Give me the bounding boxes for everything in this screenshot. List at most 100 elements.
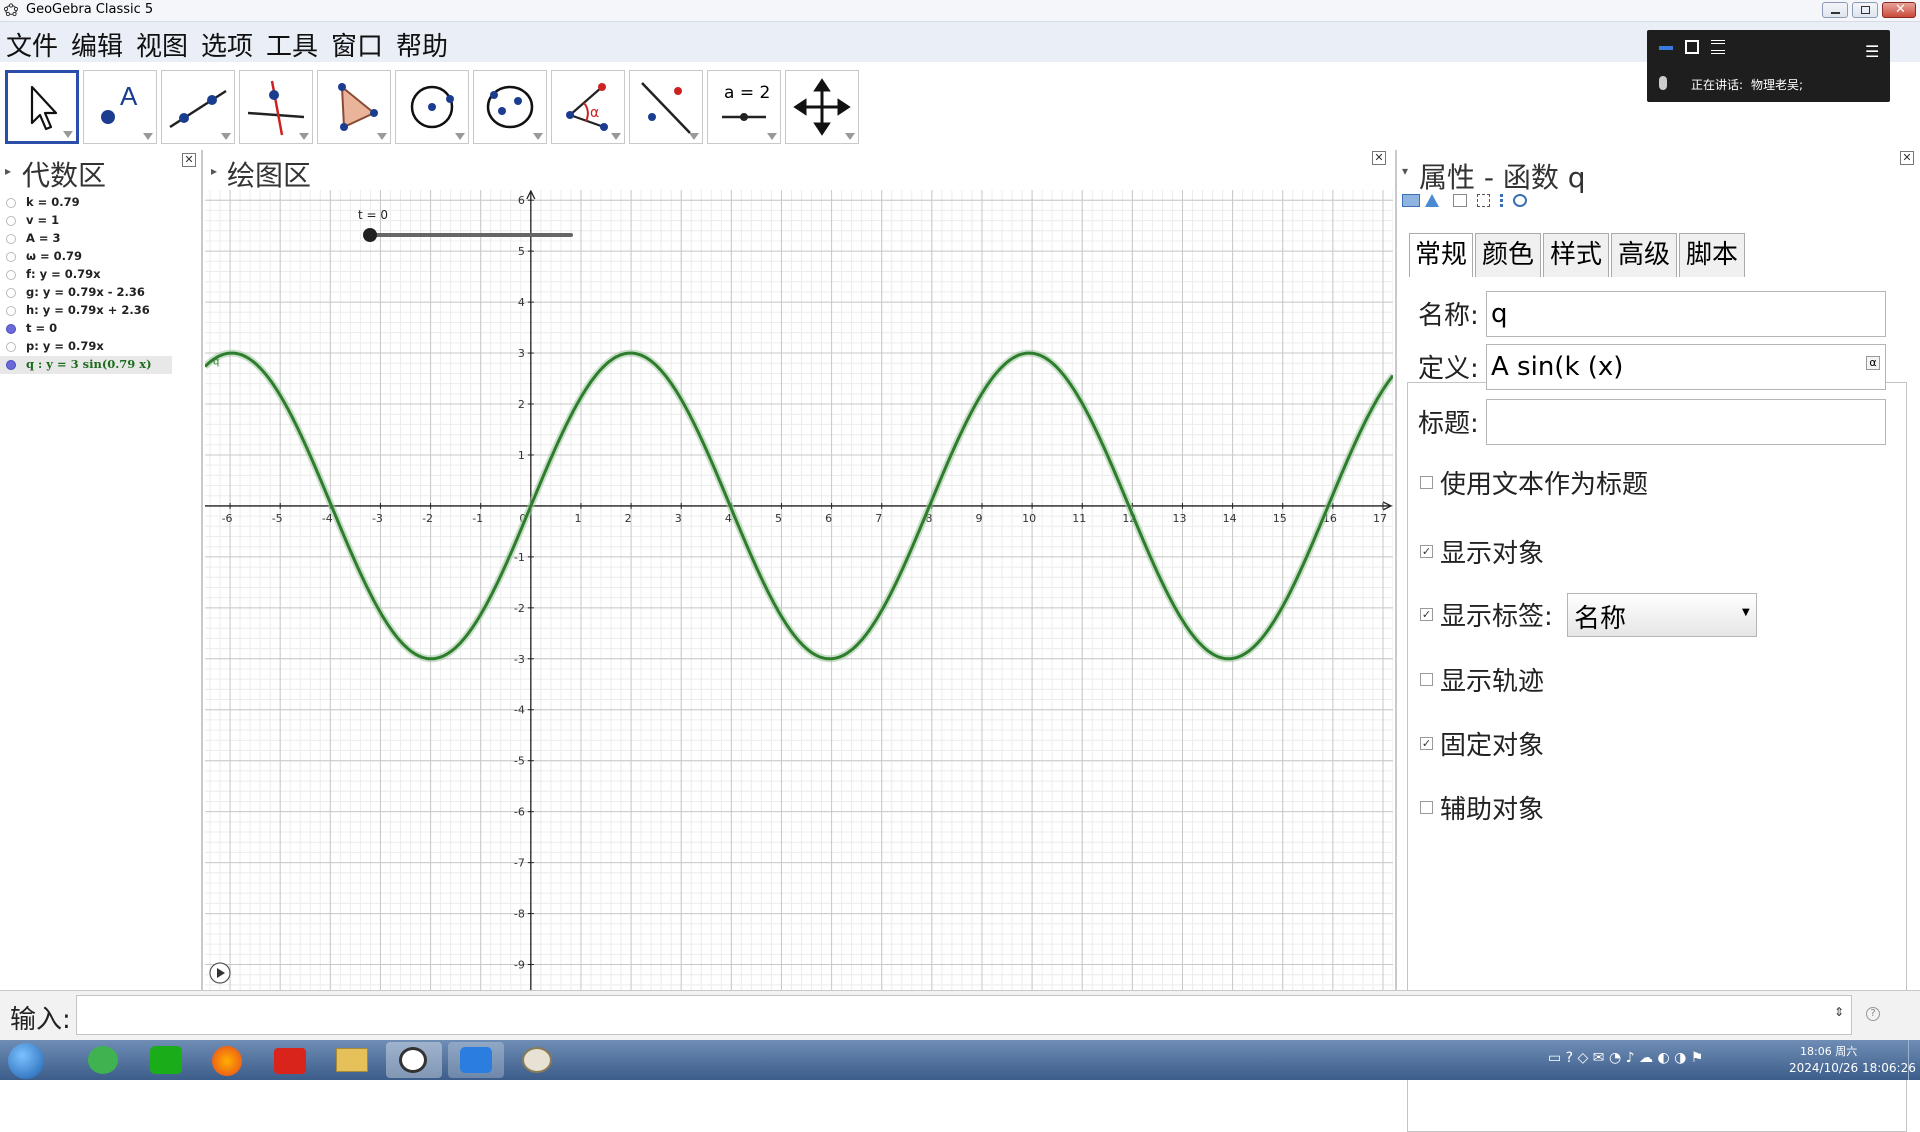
visibility-toggle-icon[interactable] [6,234,16,244]
auxiliary-object-checkbox[interactable] [1420,801,1433,814]
graphics-props-icon[interactable] [1402,194,1420,207]
fix-object-checkbox[interactable]: ✓ [1420,737,1433,750]
move-view-tool[interactable] [785,70,859,144]
algebra-item[interactable]: q : y = 3 sin(0.79 x) [0,356,172,374]
polygon-tool[interactable] [317,70,391,144]
close-algebra-icon[interactable]: ✕ [182,153,196,167]
minimize-button[interactable] [1822,2,1848,18]
visibility-toggle-icon[interactable] [6,252,16,262]
firefox-app-icon[interactable] [200,1042,256,1078]
visibility-toggle-icon[interactable] [6,288,16,298]
visibility-toggle-icon[interactable] [6,360,16,370]
collapse-algebra-icon[interactable]: ▸ [5,164,11,178]
close-window-button[interactable]: ✕ [1882,2,1916,18]
menu-view[interactable]: 视图 [136,26,188,63]
reflect-tool[interactable] [629,70,703,144]
tab-color[interactable]: 颜色 [1475,233,1541,277]
algebra-item[interactable]: g: y = 0.79x - 2.36 [0,284,196,302]
more-props-icon[interactable] [1500,194,1503,207]
menu-edit[interactable]: 编辑 [71,26,123,63]
use-text-as-caption-checkbox[interactable] [1420,476,1433,489]
show-trace-checkbox[interactable] [1420,673,1433,686]
algebra-item[interactable]: f: y = 0.79x [0,266,196,284]
window-icon[interactable] [1685,40,1699,54]
visibility-toggle-icon[interactable] [6,306,16,316]
algebra-item[interactable]: ω = 0.79 [0,248,196,266]
x-tick-label: 9 [975,512,982,525]
help-icon[interactable]: ? [1866,1007,1880,1021]
wps-app-icon[interactable] [262,1042,318,1078]
play-animation-icon[interactable] [209,962,231,984]
algebra-item[interactable]: A = 3 [0,230,196,248]
show-object-checkbox[interactable]: ✓ [1420,545,1433,558]
properties-title: 属性 - 函数 q [1419,161,1586,194]
start-button-icon[interactable] [8,1043,44,1079]
menu-tools[interactable]: 工具 [266,26,318,63]
minimize-icon[interactable] [1659,46,1673,50]
menu-help[interactable]: 帮助 [396,26,448,63]
point-tool[interactable]: A [83,70,157,144]
alpha-symbol-button[interactable]: α [1866,356,1880,370]
input-history-icon[interactable]: ⇕ [1834,1005,1844,1019]
angle-tool[interactable]: α [551,70,625,144]
name-input[interactable]: q [1486,291,1886,337]
show-label-checkbox[interactable]: ✓ [1420,608,1433,621]
caption-input[interactable] [1486,399,1886,445]
move-tool[interactable] [5,70,79,144]
conic-tool[interactable] [473,70,547,144]
visibility-toggle-icon[interactable] [6,270,16,280]
menu-file[interactable]: 文件 [6,26,58,63]
collapse-properties-icon[interactable]: ▾ [1402,164,1408,178]
coordinate-plane[interactable]: -6 -5 -4 -3 -2 -1 0 1 2 3 4 5 6 7 8 9 10 11 12 13 14 15 16 17-9… [205,190,1393,990]
graphics-view[interactable]: ▸ 绘图区 ✕ -6 -5 -4 -3 -2 -1 0 1 2 3 4 5 6 7 8 9 10 11 12 13 14… [205,150,1393,990]
system-tray[interactable]: ▭ ? ◇ ✉ ◔ ♪ ☁ ◐ ◑ ⚑ [1548,1048,1768,1072]
layout-props-icon[interactable] [1477,194,1490,207]
visibility-toggle-icon[interactable] [6,198,16,208]
file-explorer-app-icon[interactable] [324,1042,380,1078]
definition-input[interactable]: A sin(k (x) [1486,344,1886,390]
list-icon[interactable] [1711,40,1725,54]
circle-tool[interactable] [395,70,469,144]
visibility-toggle-icon[interactable] [6,216,16,226]
close-properties-icon[interactable]: ✕ [1900,151,1914,165]
x-tick-label: -1 [472,512,483,525]
x-tick-label: 10 [1022,512,1036,525]
command-input[interactable] [76,995,1852,1035]
chevron-down-icon: ▼ [1742,607,1750,618]
label-mode-select[interactable]: 名称 ▼ [1567,593,1757,637]
algebra-item[interactable]: t = 0 [0,320,196,338]
menu-window[interactable]: 窗口 [331,26,383,63]
wechat-app-icon[interactable] [138,1042,194,1078]
browser-e-app-icon[interactable] [76,1042,132,1078]
menu-options[interactable]: 选项 [201,26,253,63]
menu-bar: 文件 编辑 视图 选项 工具 窗口 帮助 [0,22,1920,62]
algebra-item[interactable]: k = 0.79 [0,194,196,212]
algebra-item[interactable]: h: y = 0.79x + 2.36 [0,302,196,320]
menu-icon[interactable]: ☰ [1865,42,1879,61]
visibility-toggle-icon[interactable] [6,342,16,352]
meeting-app-icon[interactable] [448,1042,504,1078]
close-graphics-icon[interactable]: ✕ [1372,151,1386,165]
algebra-item[interactable]: p: y = 0.79x [0,338,196,356]
paint-app-icon[interactable] [510,1042,566,1078]
style-props-icon[interactable] [1425,194,1439,207]
clock-time: 18:06 周六 [1800,1045,1858,1058]
tab-scripting[interactable]: 脚本 [1679,233,1745,277]
settings-props-icon[interactable] [1513,194,1527,207]
collapse-graphics-icon[interactable]: ▸ [211,164,217,178]
table-props-icon[interactable] [1453,194,1467,207]
visibility-toggle-icon[interactable] [6,324,16,334]
algebra-item[interactable]: v = 1 [0,212,196,230]
label-mode-value: 名称 [1574,604,1627,634]
line-tool[interactable] [161,70,235,144]
show-desktop-button[interactable] [1908,1040,1920,1080]
geogebra-app-icon[interactable] [386,1042,442,1078]
perpendicular-tool[interactable] [239,70,313,144]
x-tick-label: 17 [1373,512,1387,525]
x-tick-label: 6 [825,512,832,525]
tab-basic[interactable]: 常规 [1409,233,1473,277]
slider-tool[interactable]: a = 2 [707,70,781,144]
tab-advanced[interactable]: 高级 [1611,233,1677,277]
restore-button[interactable] [1852,2,1878,18]
tab-style[interactable]: 样式 [1543,233,1609,277]
